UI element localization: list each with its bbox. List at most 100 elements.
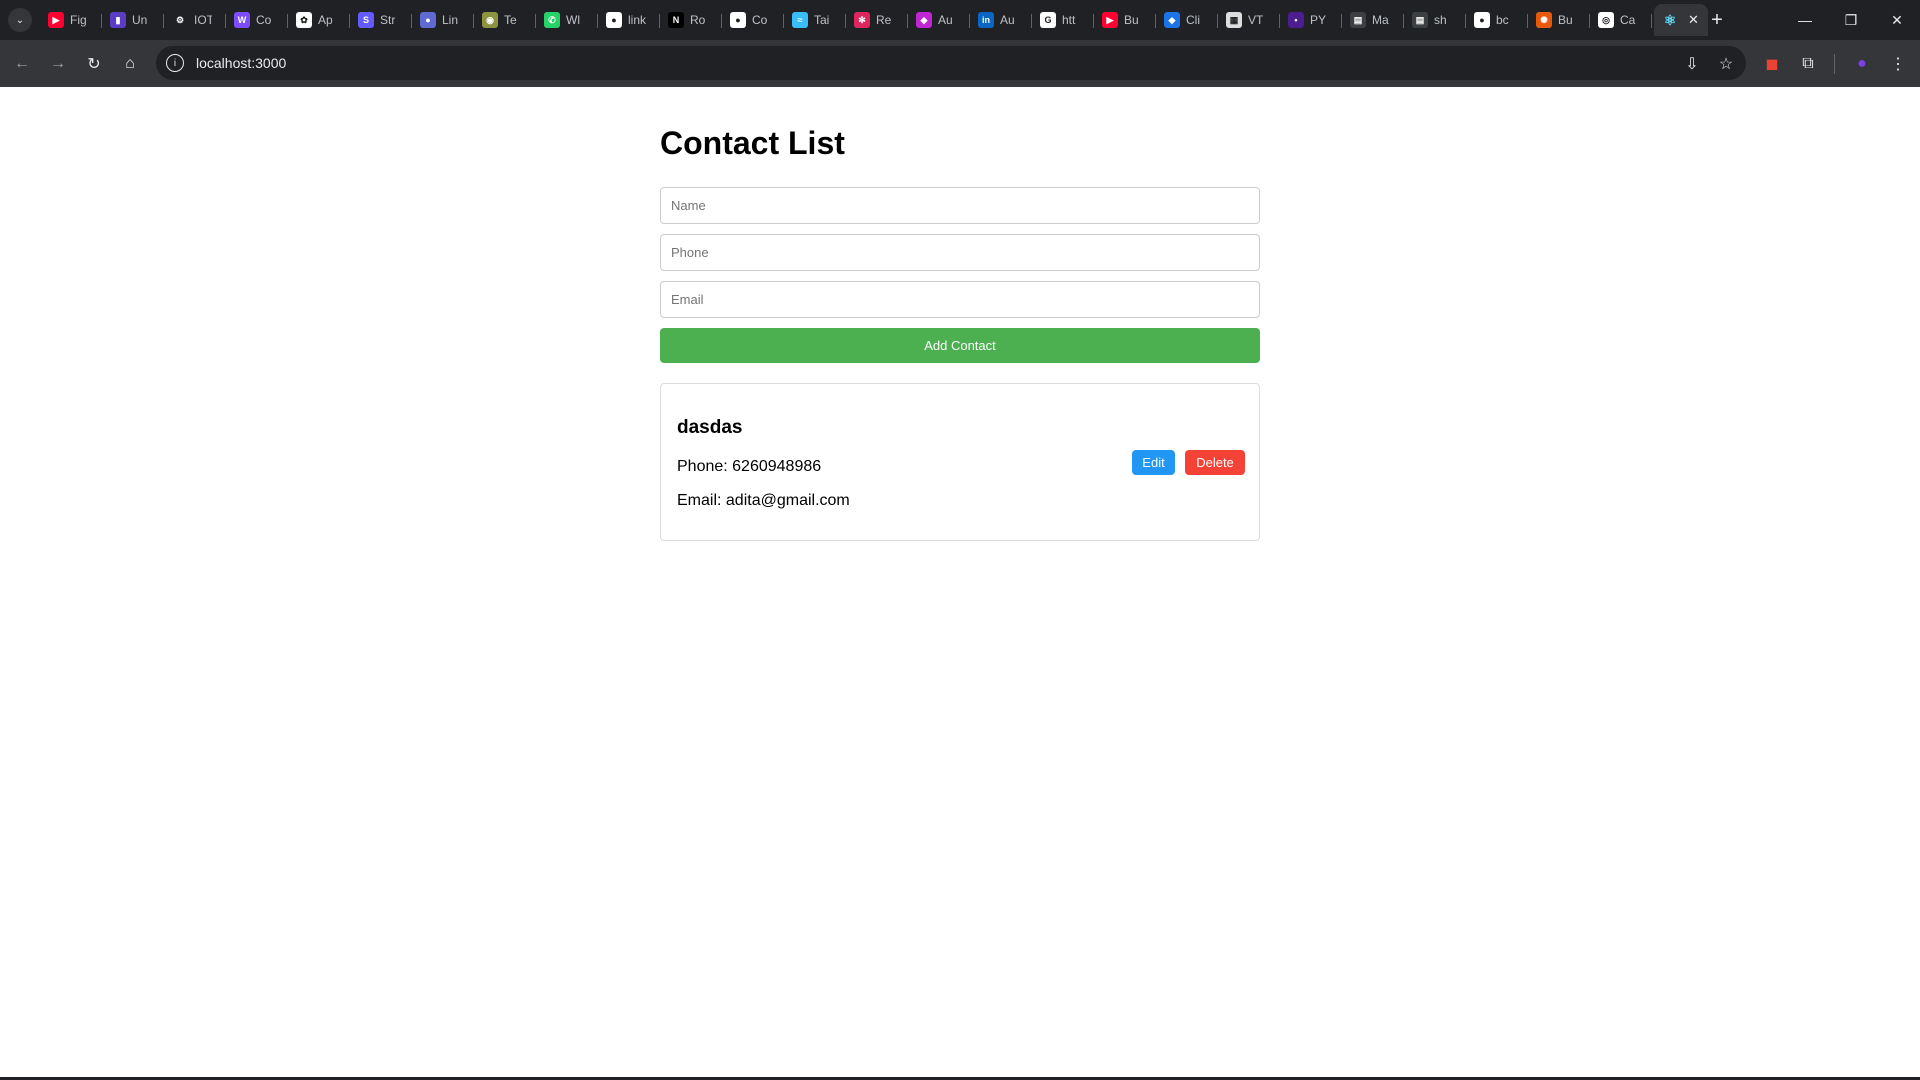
minimize-button[interactable]: — [1782, 0, 1828, 40]
browser-tab[interactable]: ◎ Ca [1590, 4, 1652, 36]
browser-tab-label: Cli [1186, 13, 1200, 27]
browser-tab[interactable]: ▶ Fig [40, 4, 102, 36]
browser-tab[interactable]: ✆ Wl [536, 4, 598, 36]
browser-tab[interactable]: ▶ Bu [1094, 4, 1156, 36]
browser-tab-label: Tai [814, 13, 830, 27]
tab-search-chevron-icon[interactable]: ⌄ [8, 8, 32, 32]
browser-tab[interactable]: in Au [970, 4, 1032, 36]
browser-tab-label: Au [938, 13, 953, 27]
browser-tab[interactable]: ✿ Ap [288, 4, 350, 36]
globe-icon: ◉ [482, 12, 498, 28]
home-icon[interactable]: ⌂ [116, 50, 144, 78]
browser-tab-label: Re [876, 13, 892, 27]
forward-arrow-icon[interactable]: → [44, 50, 72, 78]
profile-avatar-icon[interactable]: ● [1848, 50, 1876, 78]
w-logo-icon: W [234, 12, 250, 28]
browser-tab[interactable]: ▤ sh [1404, 4, 1466, 36]
page-icon: ▤ [1350, 12, 1366, 28]
browser-tab[interactable]: S Str [350, 4, 412, 36]
delete-contact-button[interactable]: Delete [1185, 450, 1245, 475]
extensions-puzzle-icon[interactable]: ⧉ [1794, 50, 1822, 78]
new-tab-button[interactable]: + [1705, 8, 1729, 32]
browser-tab-label: link [628, 13, 646, 27]
back-arrow-icon[interactable]: ← [8, 50, 36, 78]
browser-tab[interactable]: ✺ Bu [1528, 4, 1590, 36]
page-icon: ▤ [1412, 12, 1428, 28]
menu-kebab-icon[interactable]: ⋮ [1884, 50, 1912, 78]
phone-input[interactable] [660, 234, 1260, 271]
browser-tab[interactable]: ◉ Te [474, 4, 536, 36]
contact-email: Email: adita@gmail.com [677, 492, 850, 509]
target-icon: ◎ [1598, 12, 1614, 28]
contact-card: dasdas Phone: 6260948986 Email: adita@gm… [660, 383, 1260, 541]
address-bar-url[interactable]: localhost:3000 [196, 55, 286, 71]
shield-icon: ◆ [916, 12, 932, 28]
openai-icon: ✿ [296, 12, 312, 28]
browser-tab[interactable]: ● link [598, 4, 660, 36]
bookmark-star-icon[interactable]: ☆ [1712, 52, 1740, 76]
tab-close-icon[interactable]: ✕ [1688, 12, 1699, 28]
linkedin-icon: in [978, 12, 994, 28]
site-info-icon[interactable]: i [166, 54, 184, 72]
browser-tab[interactable]: Ghtt [1032, 4, 1094, 36]
github-icon: ● [606, 12, 622, 28]
n-logo-icon: N [668, 12, 684, 28]
browser-tab-label: bc [1496, 13, 1509, 27]
browser-tab[interactable]: • PY [1280, 4, 1342, 36]
browser-tab[interactable]: ▦ VT [1218, 4, 1280, 36]
browser-tab-label: Un [132, 13, 148, 27]
toolbar-divider [1834, 54, 1835, 74]
window-close-button[interactable]: ✕ [1874, 0, 1920, 40]
browser-tab-label: htt [1062, 13, 1076, 27]
browser-tab-label: Ap [318, 13, 333, 27]
browser-tab[interactable]: ▮ Un [102, 4, 164, 36]
browser-tab-active[interactable]: ⚛ ✕ [1654, 4, 1708, 36]
browser-tab-label: Fig [70, 13, 87, 27]
browser-tab-label: Wl [566, 13, 580, 27]
install-app-icon[interactable]: ⇩ [1678, 52, 1706, 76]
add-contact-button[interactable]: Add Contact [660, 328, 1260, 363]
reload-icon[interactable]: ↻ [80, 50, 108, 78]
browser-tab-label: Au [1000, 13, 1015, 27]
browser-tab-label: Ro [690, 13, 706, 27]
browser-tab[interactable]: ● Co [722, 4, 784, 36]
email-input[interactable] [660, 281, 1260, 318]
browser-chrome: ⌄ ▶ Fig ▮ Un ⚙ IOT W Co ✿ Ap S Str ● Lin ◉ Te ✆ Wl ● link N R… [0, 0, 1920, 87]
browser-tab[interactable]: ✻ Re [846, 4, 908, 36]
linear-icon: ● [420, 12, 436, 28]
browser-tab-label: Lin [442, 13, 459, 27]
edit-contact-button[interactable]: Edit [1132, 450, 1175, 475]
restore-button[interactable]: ❐ [1828, 0, 1874, 40]
browser-tab[interactable]: ● Lin [412, 4, 474, 36]
tailwind-icon: ≈ [792, 12, 808, 28]
browser-tab[interactable]: ◆ Cli [1156, 4, 1218, 36]
tab-list: ▶ Fig ▮ Un ⚙ IOT W Co ✿ Ap S Str ● Lin ◉ Te ✆ Wl ● link N Ro ●… [40, 4, 1708, 36]
browser-tab-label: Co [256, 13, 272, 27]
github-icon: ● [730, 12, 746, 28]
google-icon: G [1040, 12, 1056, 28]
browser-tab[interactable]: N Ro [660, 4, 722, 36]
browser-tab-label: Bu [1558, 13, 1573, 27]
tab-strip: ⌄ ▶ Fig ▮ Un ⚙ IOT W Co ✿ Ap S Str ● Lin ◉ Te ✆ Wl ● link N R… [0, 0, 1920, 40]
browser-tab-label: IOT [194, 13, 212, 27]
browser-tab-label: Te [504, 13, 517, 27]
browser-tab-label: Str [380, 13, 396, 27]
browser-tab[interactable]: ◆ Au [908, 4, 970, 36]
youtube-icon: ▶ [1102, 12, 1118, 28]
asterisk-icon: ✺ [1536, 12, 1552, 28]
browser-tab-label: VT [1248, 13, 1264, 27]
chart-icon: ▮ [110, 12, 126, 28]
browser-tab-label: Ma [1372, 13, 1389, 27]
browser-tab[interactable]: ⚙ IOT [164, 4, 226, 36]
address-bar[interactable]: i localhost:3000 ⇩ ☆ [156, 46, 1746, 80]
browser-tab-label: Bu [1124, 13, 1139, 27]
browser-tab[interactable]: ≈ Tai [784, 4, 846, 36]
browser-tab[interactable]: ● bc [1466, 4, 1528, 36]
name-input[interactable] [660, 187, 1260, 224]
browser-tab[interactable]: W Co [226, 4, 288, 36]
browser-tab[interactable]: ▤ Ma [1342, 4, 1404, 36]
image-icon: ▦ [1226, 12, 1242, 28]
github-icon: ● [1474, 12, 1490, 28]
contact-phone: Phone: 6260948986 [677, 458, 822, 475]
extension-icon[interactable]: ◼ [1758, 50, 1786, 78]
